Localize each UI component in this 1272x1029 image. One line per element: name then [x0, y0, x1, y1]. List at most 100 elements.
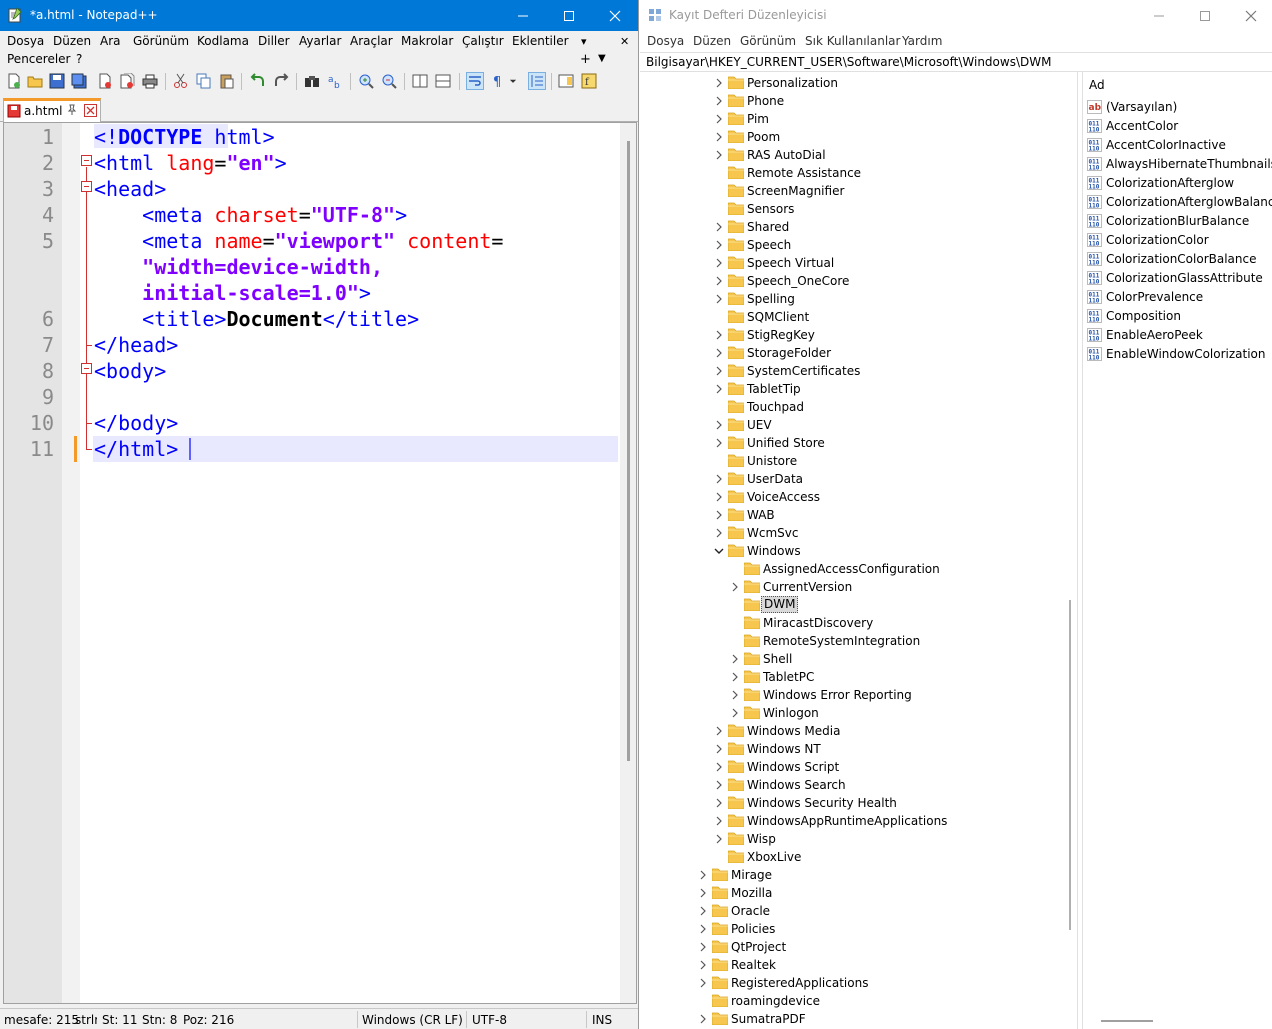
- chevron-right-icon[interactable]: [714, 510, 724, 520]
- code-editor[interactable]: 1 2 3 4 5 6 7 8 9 10 11 <!DOCTYPE html> …: [3, 122, 637, 1004]
- chevron-right-icon[interactable]: [730, 672, 740, 682]
- sync-horizontal-button[interactable]: [434, 72, 452, 90]
- menu-calistir[interactable]: Çalıştır: [462, 34, 504, 48]
- chevron-right-icon[interactable]: [714, 798, 724, 808]
- menu-kodlama[interactable]: Kodlama: [197, 34, 249, 48]
- fold-toggle-html[interactable]: [81, 155, 92, 166]
- chevron-right-icon[interactable]: [698, 942, 708, 952]
- chevron-right-icon[interactable]: [714, 492, 724, 502]
- replace-button[interactable]: ab: [326, 72, 344, 90]
- regedit-minimize-button[interactable]: [1136, 0, 1182, 31]
- menu-araclar[interactable]: Araçlar: [350, 34, 393, 48]
- zoom-in-button[interactable]: [357, 72, 375, 90]
- regedit-close-button[interactable]: [1228, 0, 1272, 31]
- undo-button[interactable]: [249, 72, 267, 90]
- address-bar[interactable]: Bilgisayar\HKEY_CURRENT_USER\Software\Mi…: [640, 52, 1272, 72]
- chevron-right-icon[interactable]: [714, 834, 724, 844]
- menu-tab-list-arrow[interactable]: ▼: [598, 53, 606, 64]
- chevron-right-icon[interactable]: [714, 96, 724, 106]
- paste-button[interactable]: [218, 72, 236, 90]
- copy-button[interactable]: [195, 72, 213, 90]
- regedit-menu-duzen[interactable]: Düzen: [693, 34, 731, 48]
- chevron-right-icon[interactable]: [714, 132, 724, 142]
- open-file-button[interactable]: [26, 72, 44, 90]
- sync-vertical-button[interactable]: [411, 72, 429, 90]
- regedit-menu-favorites[interactable]: Sık Kullanılanlar: [805, 34, 900, 48]
- status-eol[interactable]: Windows (CR LF): [362, 1013, 463, 1027]
- new-file-button[interactable]: [5, 72, 23, 90]
- chevron-down-icon[interactable]: [714, 546, 724, 556]
- chevron-right-icon[interactable]: [698, 906, 708, 916]
- menu-diller[interactable]: Diller: [258, 34, 290, 48]
- tab-a-html[interactable]: a.html: [3, 98, 101, 122]
- scrollbar-thumb[interactable]: [627, 141, 630, 761]
- tab-close-icon[interactable]: [84, 104, 97, 117]
- menu-eklentiler[interactable]: Eklentiler: [512, 34, 569, 48]
- close-all-button[interactable]: [118, 72, 136, 90]
- chevron-right-icon[interactable]: [730, 690, 740, 700]
- chevron-right-icon[interactable]: [698, 924, 708, 934]
- chevron-right-icon[interactable]: [714, 114, 724, 124]
- chevron-right-icon[interactable]: [698, 888, 708, 898]
- status-insert-mode[interactable]: INS: [592, 1013, 612, 1027]
- menu-makrolar[interactable]: Makrolar: [401, 34, 453, 48]
- menu-ara[interactable]: Ara: [100, 34, 121, 48]
- chevron-right-icon[interactable]: [714, 240, 724, 250]
- regedit-maximize-button[interactable]: [1182, 0, 1228, 31]
- find-button[interactable]: [303, 72, 321, 90]
- show-all-chars-button[interactable]: ¶: [489, 72, 507, 90]
- chevron-right-icon[interactable]: [714, 726, 724, 736]
- menu-help[interactable]: ?: [76, 52, 82, 66]
- address-path[interactable]: Bilgisayar\HKEY_CURRENT_USER\Software\Mi…: [646, 55, 1051, 69]
- status-encoding[interactable]: UTF-8: [472, 1013, 507, 1027]
- indent-guide-button[interactable]: [528, 72, 546, 90]
- menu-dosya[interactable]: Dosya: [7, 34, 44, 48]
- save-all-button[interactable]: [70, 72, 88, 90]
- registry-key-tree[interactable]: Personalization Phone Pim Poom RAS AutoDial R…: [641, 72, 1078, 1029]
- show-chars-dropdown[interactable]: [508, 72, 518, 90]
- menu-ayarlar[interactable]: Ayarlar: [299, 34, 341, 48]
- fold-toggle-body[interactable]: [81, 363, 92, 374]
- doc-map-button[interactable]: [557, 72, 575, 90]
- regedit-menu-gorunum[interactable]: Görünüm: [740, 34, 796, 48]
- cut-button[interactable]: [172, 72, 190, 90]
- chevron-right-icon[interactable]: [714, 294, 724, 304]
- chevron-right-icon[interactable]: [714, 762, 724, 772]
- chevron-right-icon[interactable]: [714, 384, 724, 394]
- editor-vertical-scrollbar[interactable]: [620, 123, 636, 1003]
- chevron-right-icon[interactable]: [714, 420, 724, 430]
- print-button[interactable]: [141, 72, 159, 90]
- function-list-button[interactable]: f: [580, 72, 598, 90]
- chevron-right-icon[interactable]: [698, 978, 708, 988]
- chevron-right-icon[interactable]: [698, 870, 708, 880]
- menu-dropdown-arrow[interactable]: ▾: [581, 35, 587, 48]
- save-button[interactable]: [48, 72, 66, 90]
- chevron-right-icon[interactable]: [730, 582, 740, 592]
- close-file-button[interactable]: [96, 72, 114, 90]
- zoom-out-button[interactable]: [380, 72, 398, 90]
- regedit-menu-help[interactable]: Yardım: [902, 34, 942, 48]
- minimize-button[interactable]: [500, 0, 546, 31]
- registry-values-pane[interactable]: Ad ab (Varsayılan) 011 110 AccentColor 011 110…: [1082, 72, 1272, 1029]
- regedit-menu-dosya[interactable]: Dosya: [647, 34, 684, 48]
- chevron-right-icon[interactable]: [714, 258, 724, 268]
- chevron-right-icon[interactable]: [714, 816, 724, 826]
- chevron-right-icon[interactable]: [714, 150, 724, 160]
- notepadpp-titlebar[interactable]: *a.html - Notepad++: [0, 0, 638, 31]
- pin-icon[interactable]: [66, 104, 78, 116]
- close-button[interactable]: [592, 0, 638, 31]
- menu-close-doc[interactable]: ✕: [620, 35, 629, 48]
- chevron-right-icon[interactable]: [714, 348, 724, 358]
- chevron-right-icon[interactable]: [714, 276, 724, 286]
- menu-gorunum[interactable]: Görünüm: [133, 34, 189, 48]
- redo-button[interactable]: [272, 72, 290, 90]
- chevron-right-icon[interactable]: [714, 78, 724, 88]
- values-column-header-name[interactable]: Ad: [1089, 78, 1105, 92]
- menu-pencereler[interactable]: Pencereler: [7, 52, 70, 66]
- word-wrap-button[interactable]: [466, 72, 484, 90]
- scrollbar-thumb[interactable]: [1069, 600, 1071, 930]
- tree-vertical-scrollbar[interactable]: [1065, 72, 1077, 1029]
- chevron-right-icon[interactable]: [714, 366, 724, 376]
- menu-new-tab-plus[interactable]: +: [580, 52, 591, 67]
- chevron-right-icon[interactable]: [730, 708, 740, 718]
